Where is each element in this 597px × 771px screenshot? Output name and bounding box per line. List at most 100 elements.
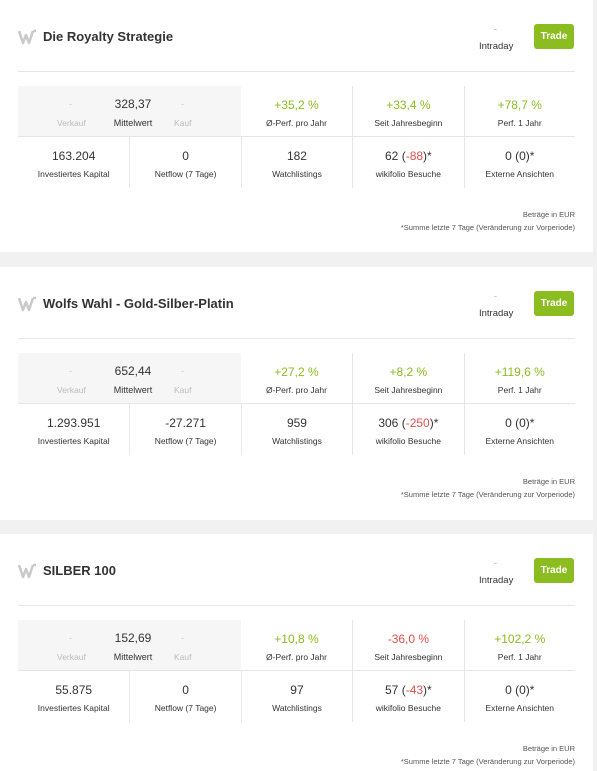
perf-ytd-label: Seit Jahresbeginn <box>374 118 443 128</box>
external-views-change: 0 <box>519 683 526 697</box>
perf-ytd-value: +8,2 % <box>389 365 428 379</box>
visits-label: wikifolio Besuche <box>375 169 441 179</box>
perf-1-year-value: +102,2 % <box>494 632 546 646</box>
mittelwert-value: 152,69 <box>114 631 152 645</box>
kauf-value: - <box>181 633 184 643</box>
trade-button[interactable]: Trade <box>534 558 574 583</box>
perf-1-year-label: Perf. 1 Jahr <box>497 652 542 662</box>
verkauf-label: Verkauf <box>57 385 86 395</box>
visits-count: 57 <box>385 683 399 697</box>
external-views-label: Externe Ansichten <box>485 703 555 713</box>
wikifolio-card: Die Royalty Strategie - Intraday Trade -… <box>0 0 593 252</box>
netflow-value: 0 <box>182 683 189 697</box>
invested-capital-label: Investiertes Kapital <box>37 436 110 446</box>
perf-ytd-label: Seit Jahresbeginn <box>374 385 443 395</box>
card-header: SILBER 100 - Intraday Trade <box>18 534 575 606</box>
wikifolio-card: Wolfs Wahl - Gold-Silber-Platin - Intrad… <box>0 267 593 520</box>
wikifolio-w-icon <box>18 29 36 45</box>
card-header: Wolfs Wahl - Gold-Silber-Platin - Intrad… <box>18 267 575 339</box>
invested-capital-value: 55.875 <box>55 683 93 697</box>
invested-capital-label: Investiertes Kapital <box>37 703 110 713</box>
perf-per-year: +27,2 % Ø-Perf. pro Jahr <box>241 353 352 403</box>
watchlistings-value: 97 <box>290 683 304 697</box>
perf-1-year-value: +119,6 % <box>494 365 545 379</box>
invested-capital: 55.875 Investiertes Kapital <box>18 671 129 722</box>
visits-value: 306 (-250)* <box>378 416 439 430</box>
external-views-value: 0 (0)* <box>505 149 535 163</box>
external-views: 0 (0)* Externe Ansichten <box>463 671 575 722</box>
summary-note: *Summe letzte 7 Tage (Veränderung zur Vo… <box>400 757 575 766</box>
netflow: 0 Netflow (7 Tage) <box>129 671 240 722</box>
intraday-label: Intraday <box>479 41 514 52</box>
perf-per-year: +35,2 % Ø-Perf. pro Jahr <box>241 86 352 136</box>
perf-per-year-label: Ø-Perf. pro Jahr <box>266 385 327 395</box>
stats-row: 163.204 Investiertes Kapital 0 Netflow (… <box>18 137 575 188</box>
kpi-grid: - Verkauf 328,37 Mittelwert - Kauf +35,2… <box>18 86 575 188</box>
wikifolio-visits: 62 (-88)* wikifolio Besuche <box>352 137 463 188</box>
performance-row: - Verkauf 652,44 Mittelwert - Kauf +27,2… <box>18 353 575 404</box>
perf-per-year-label: Ø-Perf. pro Jahr <box>266 652 327 662</box>
external-views-label: Externe Ansichten <box>485 169 555 179</box>
footnotes: Beträge in EUR *Summe letzte 7 Tage (Ver… <box>401 742 575 768</box>
perf-1-year-label: Perf. 1 Jahr <box>497 118 542 128</box>
wikifolio-name-link[interactable]: Wolfs Wahl - Gold-Silber-Platin <box>43 296 234 311</box>
perf-1-year: +78,7 % Perf. 1 Jahr <box>463 86 575 136</box>
netflow-label: Netflow (7 Tage) <box>154 436 217 446</box>
intraday-label: Intraday <box>479 308 514 319</box>
netflow: 0 Netflow (7 Tage) <box>129 137 240 188</box>
perf-ytd-value: +33,4 % <box>386 98 431 112</box>
verkauf-label: Verkauf <box>57 652 86 662</box>
invested-capital-label: Investiertes Kapital <box>37 169 110 179</box>
mittelwert-label: Mittelwert <box>113 652 153 662</box>
wikifolio-w-icon <box>18 296 36 312</box>
visits-value: 57 (-43)* <box>385 683 432 697</box>
perf-ytd: -36,0 % Seit Jahresbeginn <box>352 620 463 670</box>
external-views-change: 0 <box>519 416 526 430</box>
quote-box: - Verkauf 328,37 Mittelwert - Kauf <box>18 86 241 136</box>
currency-note: Beträge in EUR <box>522 210 575 219</box>
external-views-count: 0 <box>505 416 512 430</box>
netflow-value: 0 <box>182 149 189 163</box>
external-views-label: Externe Ansichten <box>485 436 555 446</box>
visits-label: wikifolio Besuche <box>375 703 441 713</box>
kauf-label: Kauf <box>174 118 192 128</box>
netflow-label: Netflow (7 Tage) <box>154 169 217 179</box>
summary-note: *Summe letzte 7 Tage (Veränderung zur Vo… <box>400 223 575 232</box>
visits-count: 306 <box>378 416 399 430</box>
intraday-value: - <box>494 24 497 34</box>
watchlistings: 97 Watchlistings <box>240 671 352 722</box>
perf-ytd-value: -36,0 % <box>387 632 430 646</box>
mittelwert-value: 328,37 <box>114 97 152 111</box>
stats-row: 1.293.951 Investiertes Kapital -27.271 N… <box>18 404 575 455</box>
external-views-count: 0 <box>505 149 512 163</box>
wikifolio-card: SILBER 100 - Intraday Trade - Verkauf 15… <box>0 534 593 771</box>
perf-1-year: +102,2 % Perf. 1 Jahr <box>463 620 575 670</box>
watchlistings: 182 Watchlistings <box>240 137 352 188</box>
trade-button[interactable]: Trade <box>534 291 574 316</box>
visits-change: -88 <box>405 149 424 163</box>
stats-row: 55.875 Investiertes Kapital 0 Netflow (7… <box>18 671 575 722</box>
external-views-value: 0 (0)* <box>505 683 535 697</box>
intraday-value: - <box>494 558 497 568</box>
performance-row: - Verkauf 152,69 Mittelwert - Kauf +10,8… <box>18 620 575 671</box>
kauf-label: Kauf <box>174 652 192 662</box>
perf-per-year-value: +27,2 % <box>274 365 319 379</box>
trade-button[interactable]: Trade <box>534 24 574 49</box>
wikifolio-name-link[interactable]: Die Royalty Strategie <box>43 29 173 44</box>
visits-change: -250 <box>405 416 430 430</box>
verkauf-label: Verkauf <box>57 118 86 128</box>
perf-per-year-value: +10,8 % <box>274 632 319 646</box>
quote-box: - Verkauf 652,44 Mittelwert - Kauf <box>18 353 241 403</box>
visits-count: 62 <box>385 149 399 163</box>
visits-change: -43 <box>405 683 424 697</box>
invested-capital-value: 1.293.951 <box>47 416 101 430</box>
visits-value: 62 (-88)* <box>385 149 432 163</box>
quote-box: - Verkauf 152,69 Mittelwert - Kauf <box>18 620 241 670</box>
watchlistings-label: Watchlistings <box>272 169 322 179</box>
wikifolio-name-link[interactable]: SILBER 100 <box>43 563 116 578</box>
external-views-change: 0 <box>519 149 526 163</box>
watchlistings-label: Watchlistings <box>272 703 322 713</box>
watchlistings-label: Watchlistings <box>272 436 322 446</box>
perf-per-year-label: Ø-Perf. pro Jahr <box>266 118 327 128</box>
invested-capital-value: 163.204 <box>52 149 96 163</box>
